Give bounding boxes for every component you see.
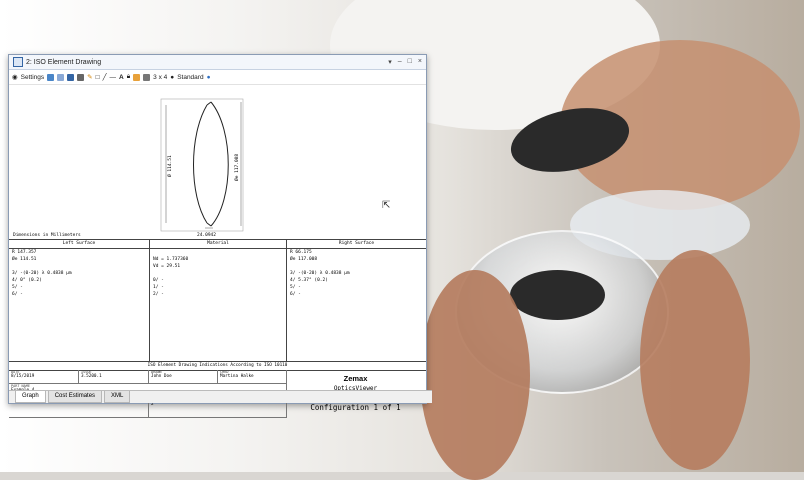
grid-button[interactable]: 3 x 4 (153, 74, 167, 81)
iso-drawing-window: 2: ISO Element Drawing ▾ – □ × ◉ Setting… (8, 54, 432, 418)
date-value: 8/15/2019 (11, 374, 35, 379)
table-line: Øe 117.008 (290, 257, 318, 262)
config-label: Configuration 1 of 1 (310, 403, 401, 412)
frame-rect (160, 98, 244, 232)
toolbar: ◉ Settings ✎ □ ╱ — A 🔒︎ 3 x 4 ● Standard… (9, 70, 426, 85)
dropdown-icon[interactable]: ▾ (388, 58, 392, 66)
checker-cell: CHKD Martina Halke (218, 370, 287, 384)
rectangle-icon[interactable]: □ (96, 74, 100, 81)
layout-icon[interactable] (143, 73, 151, 81)
pencil-icon[interactable]: ✎ (87, 73, 92, 81)
material-column: Material Nd = 1.737360 Vd = 29.51 0/ - 1… (150, 240, 287, 361)
settings-icon[interactable]: ◉ (12, 73, 18, 81)
hline-icon[interactable]: — (109, 74, 116, 81)
table-line: 0/ - (153, 278, 164, 283)
version-cell: ISSUE 3.5200.1 (79, 370, 149, 384)
author-value: John Doe (151, 374, 172, 379)
material-header: Material (150, 240, 286, 249)
close-button[interactable]: × (418, 58, 422, 66)
lock-icon[interactable]: 🔒︎ (127, 73, 130, 81)
mouse-cursor-icon: ⇱ (382, 200, 391, 211)
table-line: 1/ - (153, 285, 164, 290)
title-bar[interactable]: 2: ISO Element Drawing ▾ – □ × (9, 55, 426, 70)
table-line: 5/ - (12, 285, 23, 290)
date-cell: DATE 8/15/2019 (9, 370, 79, 384)
mode-dropdown[interactable]: Standard (177, 74, 203, 81)
table-line (150, 270, 286, 277)
lens-edge-bottom (206, 222, 212, 227)
right-surface-header: Right Surface (287, 240, 426, 249)
table-line: Nd = 1.737360 (153, 257, 189, 262)
table-line (9, 263, 149, 270)
table-line: 4/ 5.37° (0.2) (290, 278, 328, 283)
tab-xml[interactable]: XML (104, 391, 131, 403)
table-line: 3/ -(0-20) λ 0.4838 μm (290, 271, 350, 276)
company-name: Zemax (343, 374, 368, 383)
refresh-icon[interactable] (47, 73, 55, 81)
surface-table: Left Surface R 147.357 Øe 114.51 3/ -(0-… (9, 240, 426, 362)
element-drawing: Ø 114.51 Øe 117.008 24.0942 Dimensions i… (9, 85, 426, 240)
table-line: 4/ 0° (0.2) (12, 278, 42, 283)
author-cell: DRAWN John Doe (149, 370, 218, 384)
tab-cost-estimates[interactable]: Cost Estimates (47, 391, 103, 403)
lens-right-surface (210, 101, 229, 227)
help-circle-icon[interactable]: ● (170, 74, 174, 81)
lens-left-surface (193, 104, 208, 224)
copy-icon[interactable] (57, 73, 65, 81)
table-line: 2/ - (153, 292, 164, 297)
hand-shape (640, 250, 750, 470)
dim-left-text: Ø 114.51 (166, 155, 173, 177)
app-icon (13, 57, 23, 67)
table-line: Øe 114.51 (12, 257, 37, 262)
save-icon[interactable] (67, 73, 75, 81)
print-icon[interactable] (77, 73, 85, 81)
table-line (287, 263, 426, 270)
table-line: 3/ -(0-20) λ 0.4838 μm (12, 271, 72, 276)
table-line: 6/ - (12, 292, 23, 297)
dim-right-text: Øe 117.008 (233, 154, 240, 181)
lens-edge-top (206, 101, 212, 106)
right-surface-column: Right Surface R 66.175 Øe 117.008 3/ -(0… (287, 240, 426, 361)
window-title: 2: ISO Element Drawing (26, 58, 102, 66)
table-line (150, 249, 286, 256)
text-icon[interactable]: A (119, 74, 124, 81)
tab-graph[interactable]: Graph (15, 391, 46, 403)
minimize-button[interactable]: – (398, 58, 402, 66)
info-icon[interactable]: ● (207, 74, 211, 81)
fit-icon[interactable] (133, 73, 141, 81)
dimensions-note: Dimensions in Millimeters (13, 233, 81, 238)
left-surface-header: Left Surface (9, 240, 149, 249)
dim-bottom-text: 24.0942 (197, 232, 216, 238)
table-line: Vd = 29.51 (153, 264, 181, 269)
line-icon[interactable]: ╱ (103, 73, 107, 81)
lens-holder (510, 270, 605, 320)
table-line: 5/ - (290, 285, 301, 290)
hand-shape (420, 270, 530, 480)
maximize-button[interactable]: □ (408, 58, 412, 66)
settings-button[interactable]: Settings (21, 74, 45, 81)
table-line: R 66.175 (290, 250, 312, 255)
tab-bar: Graph Cost Estimates XML (9, 390, 432, 403)
checker-value: Martina Halke (220, 374, 254, 379)
lens-drawing: Ø 114.51 Øe 117.008 24.0942 (160, 98, 244, 238)
table-line: R 147.357 (12, 250, 37, 255)
table-line: 6/ - (290, 292, 301, 297)
left-surface-column: Left Surface R 147.357 Øe 114.51 3/ -(0-… (9, 240, 150, 361)
version-value: 3.5200.1 (81, 374, 102, 379)
